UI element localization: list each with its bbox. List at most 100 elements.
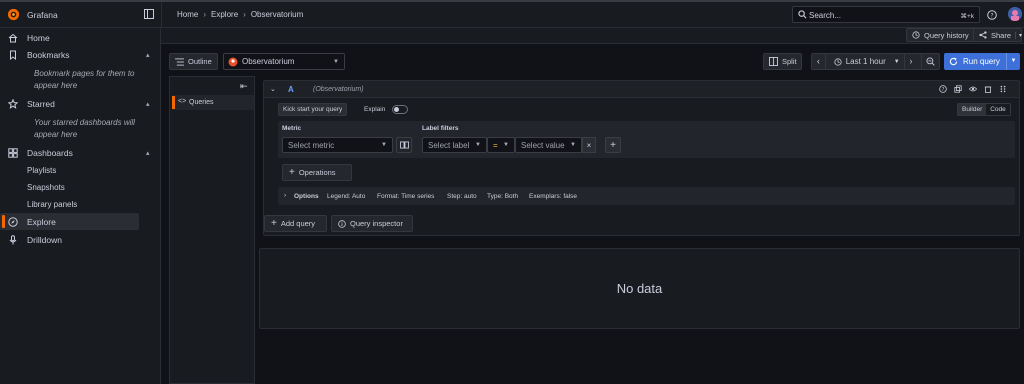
add-filter-button[interactable]: + [605, 137, 621, 153]
collapse-panel-icon[interactable]: ⇤ [240, 81, 248, 92]
sidebar-item-bookmarks[interactable]: Bookmarks ▴ [0, 46, 161, 63]
chevron-up-icon[interactable]: ▴ [146, 100, 150, 108]
breadcrumb-home[interactable]: Home [177, 10, 198, 19]
clock-icon[interactable] [834, 57, 842, 66]
zoom-out-icon[interactable] [921, 54, 939, 69]
plus-icon: + [610, 139, 616, 151]
breadcrumb-separator: › [243, 10, 246, 19]
metric-placeholder: Select metric [288, 140, 335, 150]
grafana-logo-icon[interactable] [7, 8, 20, 21]
query-letter[interactable]: A [288, 85, 294, 94]
history-icon [912, 31, 920, 39]
chevron-down-icon: ▼ [333, 58, 339, 65]
editor-mode-switch: Builder Code [957, 103, 1011, 116]
top-bar: Grafana Home › Explore › Observatorium S… [0, 0, 1024, 28]
query-datasource: (Observatorium) [313, 86, 364, 93]
query-history-button[interactable]: Query history [906, 28, 975, 42]
sidebar-item-label: Drilldown [27, 234, 62, 245]
dock-menu-icon[interactable] [144, 9, 154, 19]
sidebar-item-label: Playlists [27, 166, 57, 175]
run-query-label: Run query [963, 57, 1000, 66]
chevron-up-icon[interactable]: ▴ [146, 149, 150, 157]
value-placeholder: Select value [521, 140, 565, 150]
builder-mode-tab[interactable]: Builder [958, 104, 987, 115]
eye-icon[interactable] [969, 85, 977, 93]
sidebar-item-label: Explore [27, 216, 56, 227]
query-inspector-button[interactable]: Query inspector [331, 215, 413, 232]
bookmarks-hint: Bookmark pages for them to appear here [34, 69, 135, 90]
query-actions: ? [939, 85, 1007, 93]
query-inspector-label: Query inspector [350, 219, 403, 228]
remove-filter-button[interactable]: × [582, 137, 596, 153]
kick-start-button[interactable]: Kick start your query [278, 103, 348, 116]
operator-select[interactable]: = ▼ [487, 137, 515, 153]
sidebar-item-snapshots[interactable]: Snapshots [0, 179, 161, 196]
no-data-message: No data [616, 281, 663, 296]
metric-select[interactable]: Select metric ▼ [282, 137, 393, 153]
chevron-right-icon[interactable]: › [903, 54, 918, 69]
run-query-button[interactable]: Run query ▼ [944, 53, 1020, 70]
home-icon [8, 33, 18, 43]
options-row[interactable]: › Options Legend: Auto Format: Time seri… [278, 187, 1015, 205]
help-icon[interactable]: ? [987, 10, 997, 20]
value-select[interactable]: Select value ▼ [515, 137, 582, 153]
star-icon [8, 98, 18, 109]
close-icon: × [586, 140, 592, 150]
trash-icon[interactable] [984, 85, 992, 93]
sidebar-item-drilldown[interactable]: Drilldown [0, 231, 161, 248]
sidebar-item-home[interactable]: Home [0, 29, 161, 46]
chevron-down-icon[interactable]: ▾ [1015, 31, 1022, 39]
user-avatar[interactable] [1008, 7, 1022, 21]
copy-icon[interactable] [954, 85, 962, 93]
options-exemplars: Exemplars: false [529, 192, 578, 200]
options-step: Step: auto [447, 192, 477, 200]
breadcrumb: Home › Explore › Observatorium [177, 10, 303, 19]
outline-item-queries[interactable]: <> Queries [172, 95, 254, 110]
chevron-down-icon: ▼ [570, 142, 576, 148]
explain-toggle[interactable] [392, 105, 408, 114]
split-button[interactable]: Split [763, 53, 802, 70]
chevron-up-icon[interactable]: ▴ [146, 51, 150, 59]
plus-icon: + [271, 218, 277, 229]
operations-button[interactable]: + Operations [282, 164, 352, 181]
share-button[interactable]: Share ▾ [973, 28, 1022, 42]
breadcrumb-current: Observatorium [250, 10, 304, 19]
time-range-label[interactable]: Last 1 hour [846, 57, 886, 66]
bookmark-icon [8, 50, 18, 60]
book-icon [399, 141, 409, 149]
sidebar-item-dashboards[interactable]: Dashboards ▴ [0, 144, 161, 161]
results-panel: No data [259, 248, 1020, 329]
active-indicator [2, 215, 5, 228]
chevron-down-icon[interactable]: ⌄ [270, 85, 276, 93]
chevron-left-icon[interactable]: ‹ [812, 54, 826, 69]
starred-hint: Your starred dashboards will appear here [34, 118, 135, 139]
sidebar-item-label: Home [27, 32, 50, 43]
share-icon [979, 31, 987, 39]
chevron-down-icon[interactable]: ▼ [1006, 53, 1020, 70]
sidebar-item-starred[interactable]: Starred ▴ [0, 95, 161, 112]
sidebar-item-explore[interactable]: Explore [0, 213, 139, 230]
metrics-explorer-button[interactable] [396, 137, 412, 153]
options-legend: Legend: Auto [327, 192, 366, 200]
help-icon[interactable]: ? [939, 85, 947, 93]
sub-toolbar: Query history Share ▾ [161, 28, 1024, 44]
sidebar-item-playlists[interactable]: Playlists [0, 162, 161, 179]
outline-button[interactable]: Outline [169, 53, 218, 70]
search-bar[interactable]: Search... ⌘+k [792, 6, 980, 23]
sidebar-item-label: Starred [27, 98, 55, 109]
chevron-down-icon[interactable]: ▼ [894, 59, 900, 65]
sidebar-item-library-panels[interactable]: Library panels [0, 196, 161, 213]
active-indicator [172, 96, 175, 109]
breadcrumb-explore[interactable]: Explore [211, 10, 238, 19]
code-mode-tab[interactable]: Code [986, 104, 1010, 115]
split-icon [769, 57, 778, 66]
drag-handle-icon[interactable] [999, 85, 1007, 93]
label-select[interactable]: Select label ▼ [422, 137, 487, 153]
sidebar-item-label: Dashboards [27, 147, 73, 158]
datasource-icon [228, 57, 238, 67]
add-query-button[interactable]: + Add query [264, 215, 327, 232]
toggle-knob [394, 107, 399, 112]
search-icon [798, 10, 807, 19]
datasource-picker[interactable]: Observatorium ▼ [223, 53, 345, 70]
plus-icon: + [289, 167, 295, 178]
